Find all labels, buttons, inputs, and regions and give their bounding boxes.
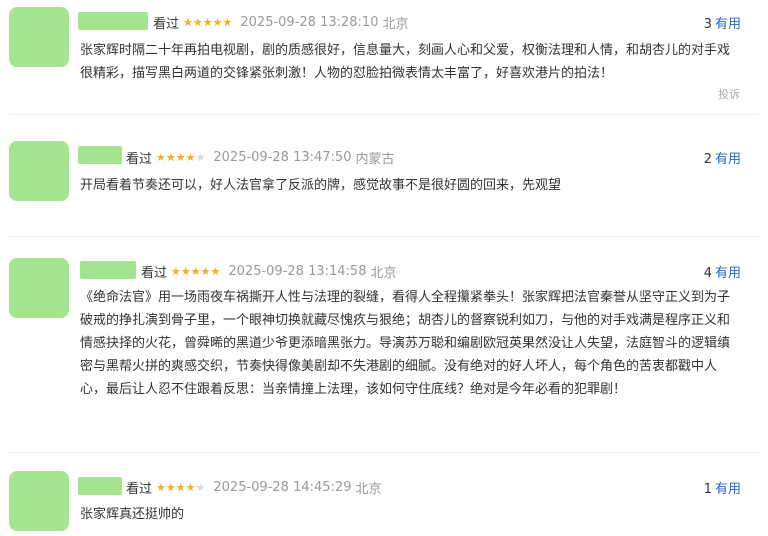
star-filled-icon: ★ [175,151,186,164]
star-filled-icon: ★ [156,481,166,494]
review-location: 内蒙古 [355,152,395,167]
review-location: 北京 [355,482,382,497]
username[interactable] [78,146,122,164]
review-time: 2025-09-28 13:14:58 [228,264,367,279]
useful-label: 有用 [714,266,741,281]
avatar[interactable] [9,7,69,67]
rating-stars: ★ ★ ★ ★ ★ [156,481,205,494]
star-filled-icon: ★ [192,16,203,29]
star-filled-icon: ★ [212,16,223,29]
useful-label: 有用 [714,17,741,32]
review-meta: 看过 ★ ★ ★ ★ ★ 2025-09-28 14:45:29 北京 [126,478,381,497]
useful-count: 1 [703,482,712,497]
review-time: 2025-09-28 13:47:50 [213,150,352,165]
username[interactable] [78,12,148,30]
star-filled-icon: ★ [185,151,196,164]
username[interactable] [78,477,122,495]
star-filled-icon: ★ [165,481,176,494]
review-time: 2025-09-28 14:45:29 [213,480,352,495]
rating-stars: ★ ★ ★ ★ ★ [183,16,232,29]
useful-count: 4 [703,266,712,281]
review-content: 开局看着节奏还可以，好人法官拿了反派的牌，感觉故事不是很好圆的回来，先观望 [80,178,562,193]
watched-label: 看过 [141,266,168,281]
star-empty-icon: ★ [195,151,206,164]
rating-stars: ★ ★ ★ ★ ★ [156,151,205,164]
useful-button[interactable]: 3 有用 [704,13,741,32]
review-meta: 看过 ★ ★ ★ ★ ★ 2025-09-28 13:28:10 北京 [153,13,408,32]
review-content: 《绝命法官》用一场雨夜车祸撕开人性与法理的裂缝，看得人全程攥紧拳头！张家辉把法官… [80,290,731,397]
useful-label: 有用 [714,482,741,497]
star-filled-icon: ★ [165,151,176,164]
star-empty-icon: ★ [195,481,206,494]
watched-label: 看过 [153,17,180,32]
review-meta: 看过 ★ ★ ★ ★ ★ 2025-09-28 13:14:58 北京 [141,262,396,281]
divider [10,236,758,237]
avatar[interactable] [9,141,69,201]
review-content: 张家辉时隔二十年再拍电视剧，剧的质感很好，信息量大，刻画人心和父爱，权衡法理和人… [80,43,731,81]
useful-count: 2 [703,152,712,167]
review-time: 2025-09-28 13:28:10 [240,15,379,30]
star-filled-icon: ★ [156,151,166,164]
review-content: 张家辉真还挺帅的 [80,507,185,522]
useful-count: 3 [703,17,712,32]
star-filled-icon: ★ [210,265,221,278]
star-filled-icon: ★ [175,481,186,494]
star-filled-icon: ★ [183,16,193,29]
star-filled-icon: ★ [185,481,196,494]
useful-label: 有用 [714,152,741,167]
star-filled-icon: ★ [190,265,201,278]
useful-button[interactable]: 4 有用 [704,262,741,281]
star-filled-icon: ★ [171,265,181,278]
rating-stars: ★ ★ ★ ★ ★ [171,265,220,278]
review-location: 北京 [370,266,397,281]
useful-button[interactable]: 1 有用 [704,478,741,497]
star-filled-icon: ★ [202,16,213,29]
star-filled-icon: ★ [180,265,191,278]
username[interactable] [80,261,136,279]
useful-button[interactable]: 2 有用 [704,148,741,167]
star-filled-icon: ★ [222,16,233,29]
watched-label: 看过 [126,482,153,497]
complain-link[interactable]: 投诉 [718,86,740,102]
watched-label: 看过 [126,152,153,167]
avatar[interactable] [9,258,69,318]
review-location: 北京 [382,17,409,32]
avatar[interactable] [9,471,69,531]
review-meta: 看过 ★ ★ ★ ★ ★ 2025-09-28 13:47:50 内蒙古 [126,148,394,167]
star-filled-icon: ★ [200,265,211,278]
divider [10,452,758,453]
divider [10,114,758,115]
